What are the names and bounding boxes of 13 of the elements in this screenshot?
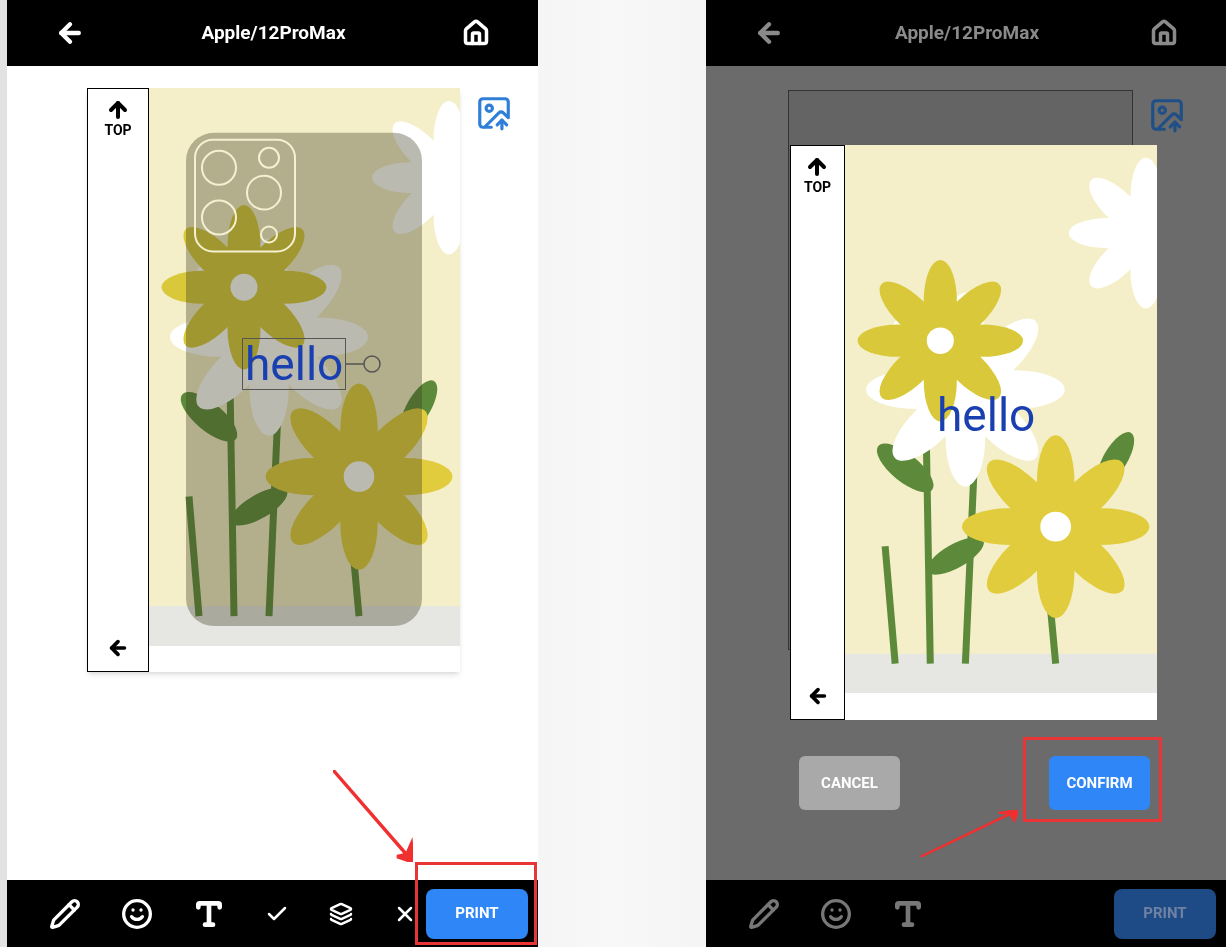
print-button[interactable]: PRINT [426,888,528,939]
cancel-button[interactable]: CANCEL [799,756,900,810]
screen-title: Apple/12ProMax [894,19,1040,46]
top-label: TOP [803,180,832,194]
confirm-button[interactable]: CONFIRM [1049,756,1150,810]
home-icon[interactable] [1150,19,1178,47]
screen-title: Apple/12ProMax [201,19,346,46]
text-layer[interactable]: hello [242,338,347,390]
rotate-handle-icon[interactable] [346,354,383,374]
text-layer: hello [937,390,1036,440]
layers-icon[interactable] [329,901,353,926]
top-label: TOP [104,123,132,137]
print-button[interactable]: PRINT [1114,888,1216,939]
